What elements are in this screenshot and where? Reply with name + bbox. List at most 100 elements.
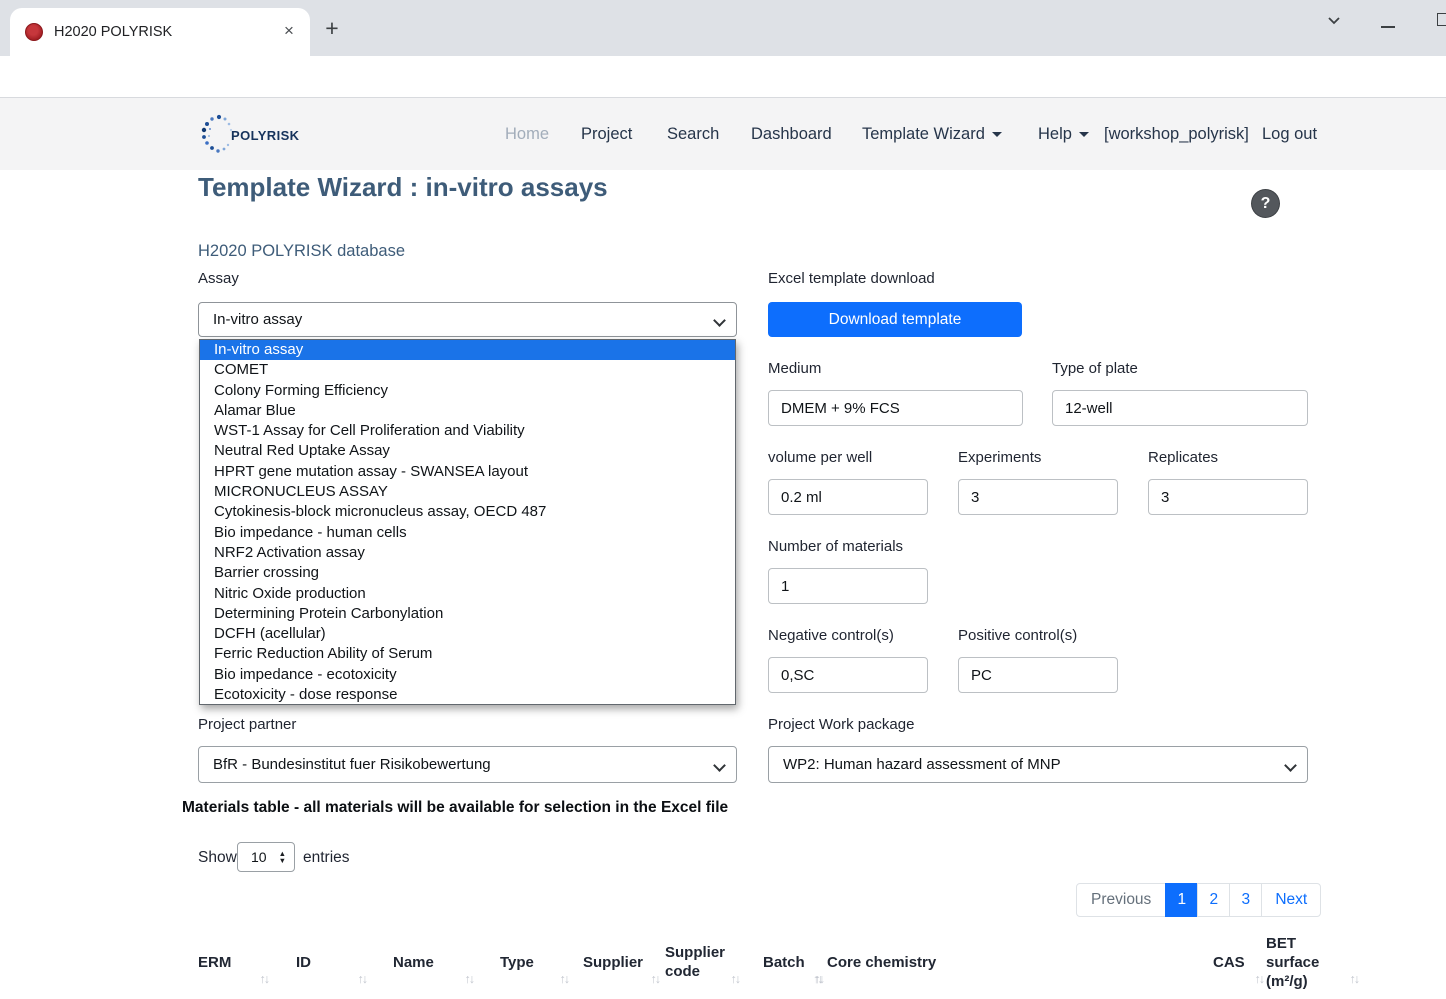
replicates-label: Replicates — [1148, 449, 1218, 466]
column-header-supplier-code[interactable]: Supplier code ↑↓ — [665, 925, 735, 999]
column-header-name[interactable]: Name ↑↓ — [393, 925, 469, 999]
site-favicon — [25, 23, 43, 41]
work-package-label: Project Work package — [768, 716, 914, 733]
download-template-button[interactable]: Download template — [768, 302, 1022, 337]
dropdown-option[interactable]: COMET — [200, 360, 735, 380]
browser-toolbar: ← → ↻ search.data.enanomapper.net/projec… — [0, 56, 1446, 98]
nav-search[interactable]: Search — [667, 98, 719, 170]
column-header-cas[interactable]: CAS ↑↓ — [1213, 925, 1259, 999]
column-header-type[interactable]: Type ↑↓ — [500, 925, 564, 999]
page-title: Template Wizard : in-vitro assays — [198, 172, 608, 203]
dropdown-option[interactable]: Bio impedance - ecotoxicity — [200, 665, 735, 685]
column-header-batch[interactable]: Batch ↑↓ — [763, 925, 819, 999]
browser-tab[interactable]: H2020 POLYRISK × — [10, 8, 310, 56]
dropdown-option[interactable]: HPRT gene mutation assay - SWANSEA layou… — [200, 462, 735, 482]
materials-table-heading: Materials table - all materials will be … — [182, 799, 728, 817]
dropdown-option[interactable]: Ferric Reduction Ability of Serum — [200, 644, 735, 664]
volume-input[interactable]: 0.2 ml — [768, 479, 928, 515]
dropdown-option[interactable]: Ecotoxicity - dose response — [200, 685, 735, 705]
window-minimize-icon[interactable] — [1381, 26, 1395, 28]
materials-count-input[interactable]: 1 — [768, 568, 928, 604]
column-header-core-chemistry[interactable]: Core chemistry ↑↓ — [827, 925, 967, 999]
chevron-down-icon — [992, 132, 1002, 137]
sort-icon[interactable]: ↑↓ — [560, 972, 569, 986]
browser-window: { "browser": { "tab_title": "H2020 POLYR… — [0, 0, 1446, 999]
chevron-down-icon — [715, 761, 724, 770]
dropdown-option[interactable]: WST-1 Assay for Cell Proliferation and V… — [200, 421, 735, 441]
chevron-down-icon — [1286, 761, 1295, 770]
materials-count-label: Number of materials — [768, 538, 903, 555]
pagination-previous[interactable]: Previous — [1076, 883, 1166, 917]
site-navbar: POLYRISK Home Project Search Dashboard T… — [0, 98, 1446, 170]
assay-label: Assay — [198, 270, 239, 287]
dropdown-option[interactable]: NRF2 Activation assay — [200, 543, 735, 563]
nav-dashboard[interactable]: Dashboard — [751, 98, 832, 170]
excel-download-label: Excel template download — [768, 270, 935, 287]
column-header-bet-surface[interactable]: BET surface (m²/g) ↑↓ — [1266, 925, 1330, 999]
pagination-page-1[interactable]: 1 — [1165, 883, 1198, 917]
sort-icon[interactable]: ↑↓ — [731, 972, 740, 986]
nav-template-wizard[interactable]: Template Wizard — [862, 98, 1002, 170]
pagination-page-2[interactable]: 2 — [1197, 883, 1230, 917]
sort-icon[interactable]: ↑↓ — [358, 972, 367, 986]
negative-control-input[interactable]: 0,SC — [768, 657, 928, 693]
assay-select[interactable]: In-vitro assay — [198, 302, 737, 337]
pagination-next[interactable]: Next — [1261, 883, 1321, 917]
plate-type-label: Type of plate — [1052, 360, 1138, 377]
database-subtitle: H2020 POLYRISK database — [198, 242, 405, 261]
dropdown-option[interactable]: Nitric Oxide production — [200, 584, 735, 604]
show-label: Show — [198, 849, 237, 867]
browser-tab-strip: H2020 POLYRISK × + — [0, 0, 1446, 56]
volume-label: volume per well — [768, 449, 872, 466]
tab-close-icon[interactable]: × — [278, 20, 300, 42]
nav-username: [workshop_polyrisk] — [1104, 98, 1249, 170]
experiments-label: Experiments — [958, 449, 1041, 466]
negative-control-label: Negative control(s) — [768, 627, 894, 644]
dropdown-option[interactable]: MICRONUCLEUS ASSAY — [200, 482, 735, 502]
chevron-down-icon — [715, 316, 724, 325]
dropdown-option[interactable]: Determining Protein Carbonylation — [200, 604, 735, 624]
help-icon[interactable]: ? — [1252, 190, 1279, 217]
nav-help[interactable]: Help — [1038, 98, 1089, 170]
project-partner-select[interactable]: BfR - Bundesinstitut fuer Risikobewertun… — [198, 746, 737, 783]
positive-control-label: Positive control(s) — [958, 627, 1077, 644]
sort-icon[interactable]: ↑↓ — [1350, 972, 1359, 986]
plate-type-input[interactable]: 12-well — [1052, 390, 1308, 426]
entries-per-page-select[interactable]: 10 ▲▼ — [237, 842, 295, 872]
table-pagination: Previous 1 2 3 Next — [1076, 883, 1321, 917]
work-package-select[interactable]: WP2: Human hazard assessment of MNP — [768, 746, 1308, 783]
dropdown-option[interactable]: Colony Forming Efficiency — [200, 381, 735, 401]
dropdown-option[interactable]: DCFH (acellular) — [200, 624, 735, 644]
nav-home[interactable]: Home — [505, 98, 549, 170]
dropdown-option[interactable]: Barrier crossing — [200, 563, 735, 583]
tab-search-chevron-icon[interactable] — [1322, 8, 1346, 32]
chevron-down-icon — [1079, 132, 1089, 137]
dropdown-option[interactable]: Neutral Red Uptake Assay — [200, 441, 735, 461]
nav-project[interactable]: Project — [581, 98, 632, 170]
dropdown-option[interactable]: Bio impedance - human cells — [200, 523, 735, 543]
polyrisk-logo[interactable]: POLYRISK — [198, 112, 299, 158]
sort-icon[interactable]: ↑↓ — [465, 972, 474, 986]
sort-icon[interactable]: ↑↓ — [813, 972, 822, 986]
column-header-erm[interactable]: ERM ↑↓ — [198, 925, 264, 999]
dropdown-option[interactable]: In-vitro assay — [200, 340, 735, 360]
medium-input[interactable]: DMEM + 9% FCS — [768, 390, 1023, 426]
assay-dropdown-list: In-vitro assay COMET Colony Forming Effi… — [199, 339, 736, 705]
sort-icon[interactable]: ↑↓ — [651, 972, 660, 986]
column-header-supplier[interactable]: Supplier ↑↓ — [583, 925, 655, 999]
sort-icon[interactable]: ↑↓ — [260, 972, 269, 986]
pagination-page-3[interactable]: 3 — [1229, 883, 1262, 917]
dropdown-option[interactable]: Cytokinesis-block micronucleus assay, OE… — [200, 502, 735, 522]
positive-control-input[interactable]: PC — [958, 657, 1118, 693]
medium-label: Medium — [768, 360, 821, 377]
tab-title: H2020 POLYRISK — [54, 24, 172, 40]
dropdown-option[interactable]: Alamar Blue — [200, 401, 735, 421]
replicates-input[interactable]: 3 — [1148, 479, 1308, 515]
experiments-input[interactable]: 3 — [958, 479, 1118, 515]
spinner-arrows-icon: ▲▼ — [279, 850, 286, 864]
sort-icon[interactable]: ↑↓ — [1255, 972, 1264, 986]
nav-logout[interactable]: Log out — [1262, 98, 1317, 170]
column-header-id[interactable]: ID ↑↓ — [296, 925, 362, 999]
window-maximize-icon[interactable] — [1437, 13, 1446, 26]
new-tab-icon[interactable]: + — [318, 14, 346, 42]
